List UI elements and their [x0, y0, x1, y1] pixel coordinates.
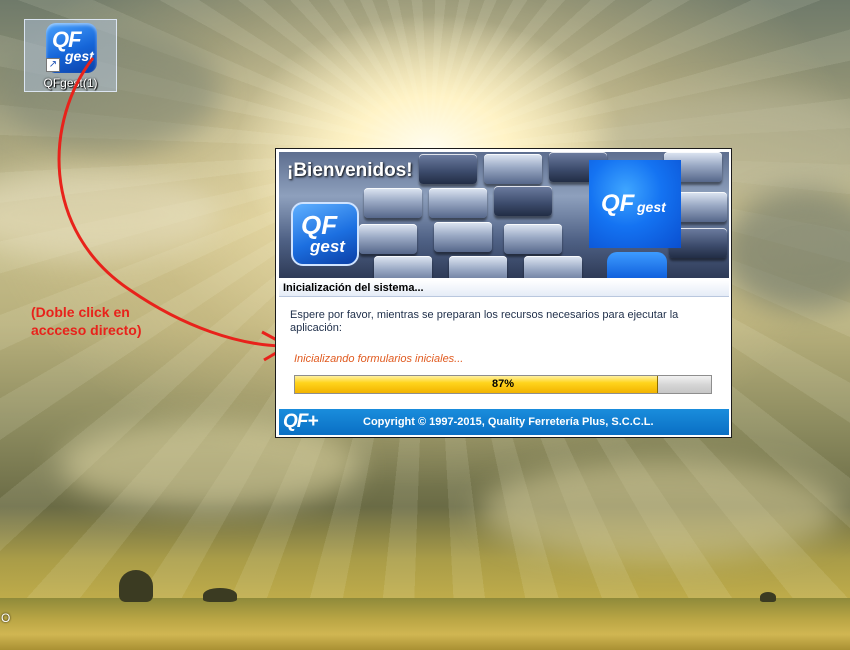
keyboard-key	[504, 224, 562, 254]
keyboard-key	[524, 256, 582, 278]
keyboard-key	[374, 256, 432, 278]
banner-title: ¡Bienvenidos!	[287, 160, 413, 181]
qfgest-logo-small: QF gest	[291, 202, 359, 266]
progress-percent: 87%	[491, 378, 515, 390]
annotation-text: (Doble click en accceso directo)	[31, 303, 142, 339]
keyboard-key	[359, 224, 417, 254]
splash-banner: ¡Bienvenidos! QF gest QF gest	[279, 152, 729, 278]
copyright-text: Copyright © 1997-2015, Quality Ferreterí…	[363, 416, 654, 428]
logo-gest-text: gest	[637, 199, 666, 215]
edge-text: O	[1, 611, 11, 625]
progress-bar: 87%	[294, 375, 712, 394]
qf-plus-logo: QF+	[283, 411, 318, 432]
keyboard-key	[484, 154, 542, 184]
keyboard-key	[449, 256, 507, 278]
progress-status-text: Inicializando formularios iniciales...	[294, 353, 464, 365]
splash-footer: QF+ Copyright © 1997-2015, Quality Ferre…	[279, 409, 729, 435]
logo-gest-text: gest	[310, 237, 345, 256]
keyboard-key	[434, 222, 492, 252]
annotation-line-2: accceso directo)	[31, 322, 142, 338]
logo-reflection	[607, 252, 667, 278]
keyboard-key	[419, 154, 477, 184]
qfgest-logo-large: QF gest	[589, 160, 681, 248]
keyboard-key	[494, 186, 552, 216]
keyboard-key	[429, 188, 487, 218]
keyboard-key	[364, 188, 422, 218]
annotation-line-1: (Doble click en	[31, 304, 130, 320]
logo-qf-text: QF	[601, 190, 635, 217]
status-title: Inicialización del sistema...	[279, 280, 729, 297]
wait-message: Espere por favor, mientras se preparan l…	[290, 309, 679, 334]
splash-window: ¡Bienvenidos! QF gest QF gest Inicializa…	[275, 148, 732, 438]
